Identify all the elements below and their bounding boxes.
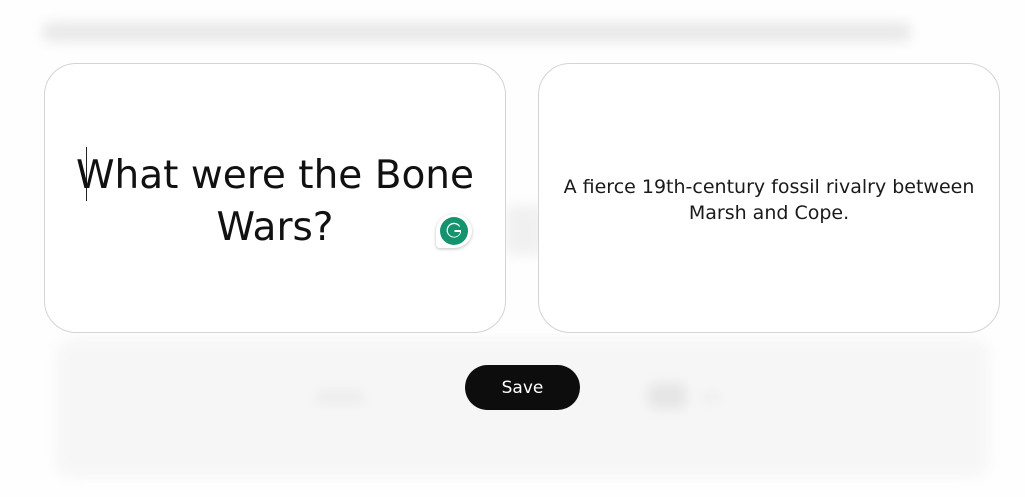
blurred-bottom-label: [315, 390, 365, 404]
grammarly-g-badge: [440, 217, 468, 245]
save-button[interactable]: Save: [465, 365, 580, 410]
flashcard-front[interactable]: What were the Bone Wars?: [44, 63, 506, 333]
grammarly-g-glyph: [446, 222, 461, 238]
blurred-bottom-button: [648, 383, 686, 409]
blurred-header-text: [42, 22, 912, 42]
flashcard-back-text[interactable]: A fierce 19th-century fossil rivalry bet…: [559, 174, 979, 226]
page: What were the Bone Wars? A fierce 19th-c…: [0, 0, 1025, 497]
blurred-bottom-text: [700, 392, 722, 402]
flashcard-front-text[interactable]: What were the Bone Wars?: [75, 150, 475, 254]
flashcard-back[interactable]: A fierce 19th-century fossil rivalry bet…: [538, 63, 1000, 333]
grammarly-icon[interactable]: [436, 214, 472, 248]
